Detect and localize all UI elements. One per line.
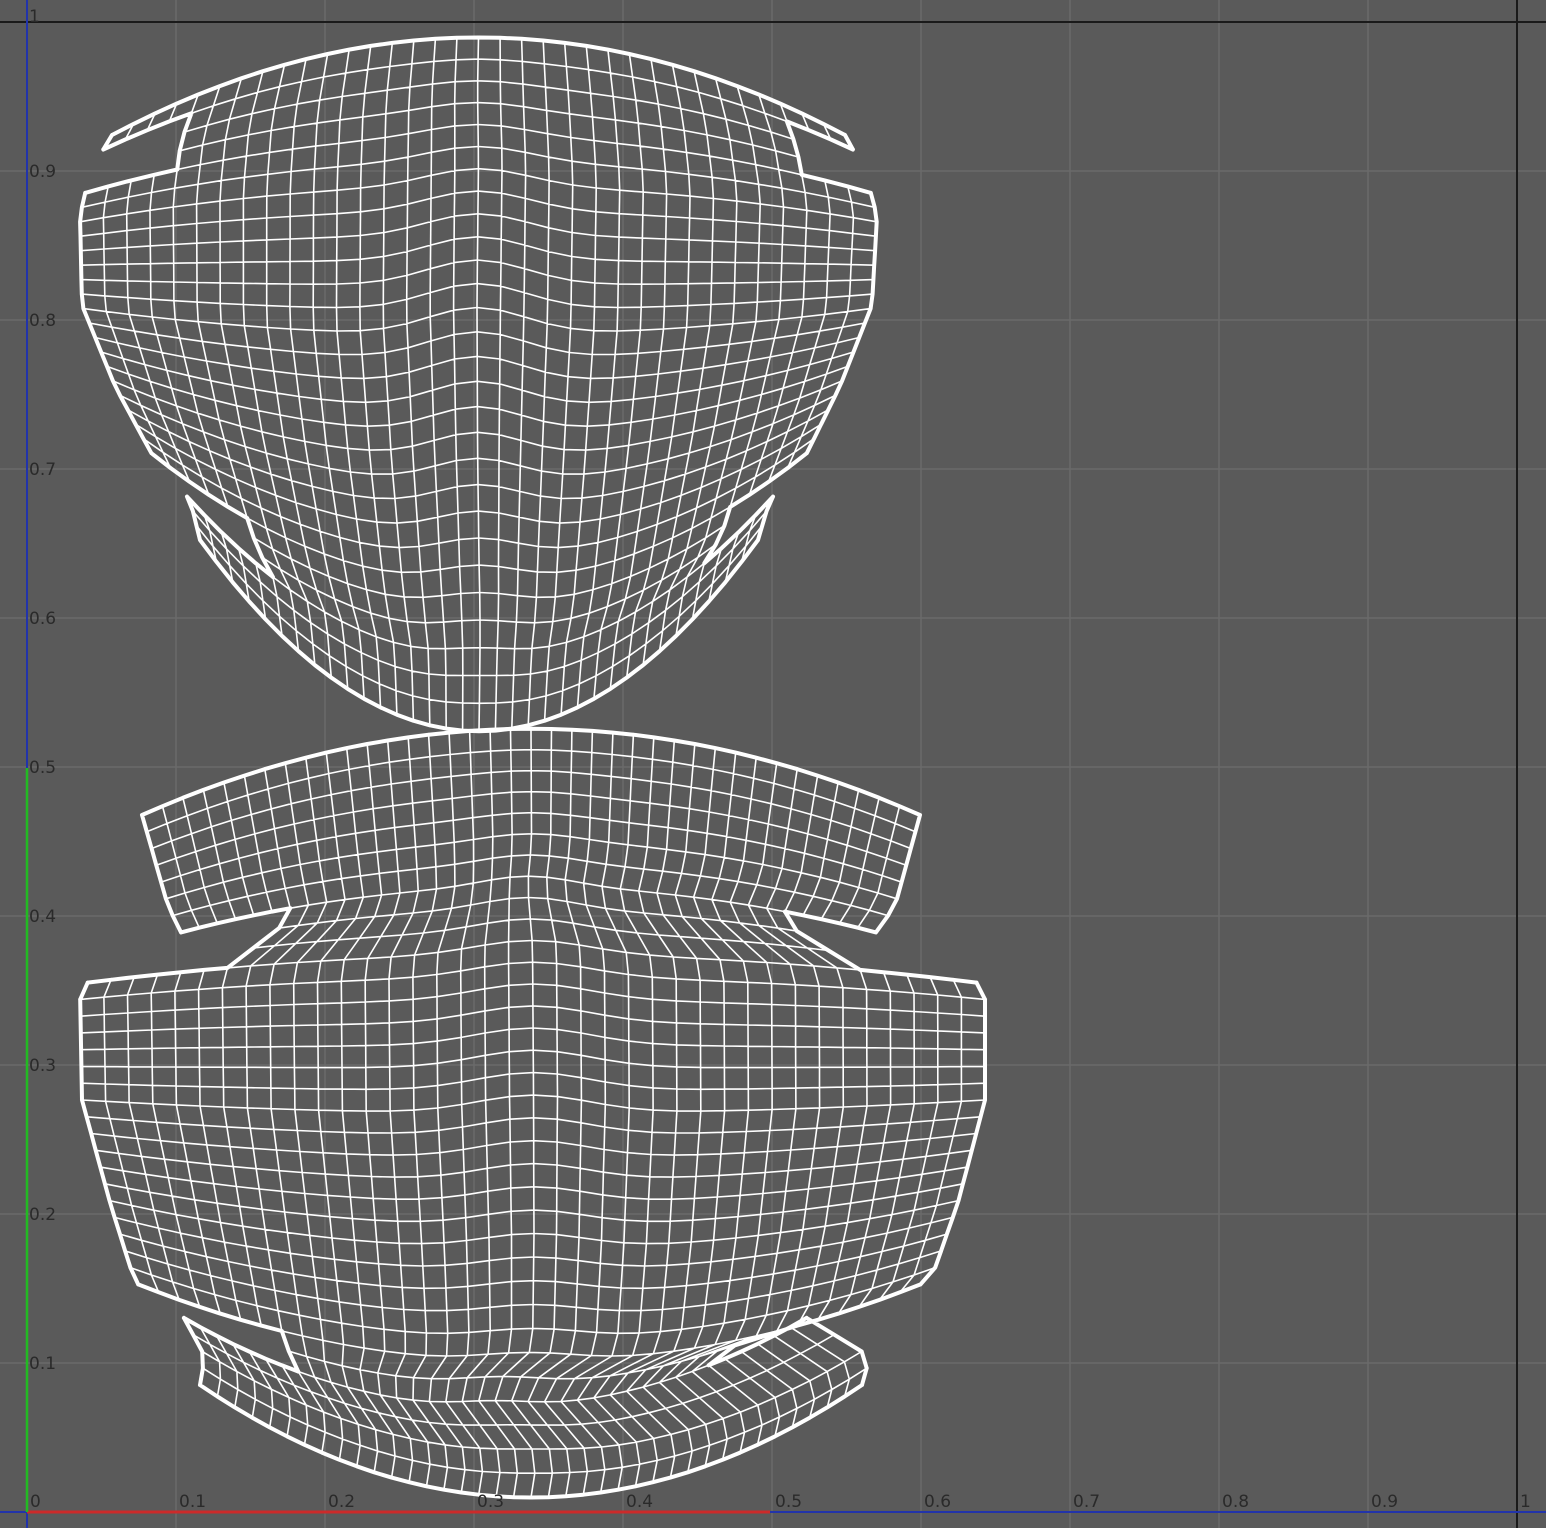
u-tick-label: 0.3 [477, 1492, 504, 1512]
u-tick-label: 0.2 [328, 1492, 355, 1512]
v-tick-label: 0.4 [29, 907, 56, 927]
v-tick-label: 0.1 [29, 1354, 56, 1374]
uv-editor-viewport[interactable]: 0 0.1 0.2 0.3 0.4 0.5 0.6 0.7 0.8 0.9 1 1 0.9 0.8 0.7 0… [0, 0, 1546, 1528]
u-tick-label: 0.6 [924, 1492, 951, 1512]
v-tick-label: 0.6 [29, 609, 56, 629]
u-tick-label: 0.1 [179, 1492, 206, 1512]
u-tick-label: 0.5 [775, 1492, 802, 1512]
u-tick-label: 0 [30, 1492, 41, 1512]
v-tick-label: 0.8 [29, 311, 56, 331]
v-tick-label: 0.2 [29, 1205, 56, 1225]
v-tick-label: 0.5 [29, 758, 56, 778]
u-tick-label: 1 [1520, 1492, 1531, 1512]
v-tick-label: 1 [29, 7, 40, 27]
u-tick-label: 0.8 [1222, 1492, 1249, 1512]
v-tick-label: 0.9 [29, 162, 56, 182]
u-tick-label: 0.9 [1371, 1492, 1398, 1512]
v-tick-label: 0.3 [29, 1056, 56, 1076]
v-tick-label: 0.7 [29, 460, 56, 480]
u-tick-label: 0.7 [1073, 1492, 1100, 1512]
u-tick-label: 0.4 [626, 1492, 653, 1512]
